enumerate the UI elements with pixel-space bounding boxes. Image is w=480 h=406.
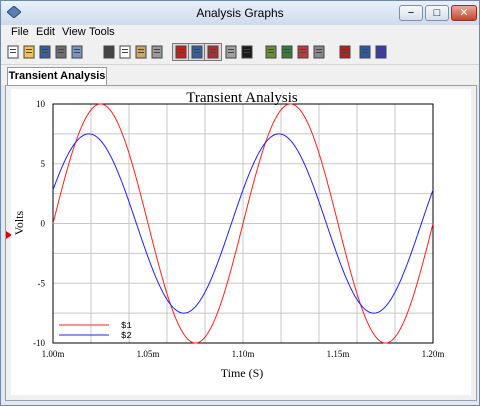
transient-analysis-chart[interactable]: Transient Analysis 1.00m 1.05m 1.10m 1.15m 1… <box>1 1 479 405</box>
x-tick-label: 1.05m <box>137 349 160 359</box>
y-axis-label: Volts <box>12 210 26 235</box>
legend-label-1: $1 <box>121 321 132 331</box>
y-tick-label: 5 <box>41 159 46 169</box>
y-tick-label: -10 <box>33 338 45 348</box>
y-tick-label: 10 <box>36 99 46 109</box>
x-tick-label: 1.20m <box>422 349 445 359</box>
x-tick-label: 1.00m <box>42 349 65 359</box>
x-axis-label: Time (S) <box>221 366 264 380</box>
legend-label-2: $2 <box>121 331 132 341</box>
x-tick-label: 1.15m <box>327 349 350 359</box>
analysis-graphs-window: Analysis Graphs − □ ✕ File Edit View Too… <box>0 0 480 406</box>
y-tick-label: -5 <box>38 278 46 288</box>
y-tick-label: 0 <box>41 219 46 229</box>
x-tick-label: 1.10m <box>232 349 255 359</box>
